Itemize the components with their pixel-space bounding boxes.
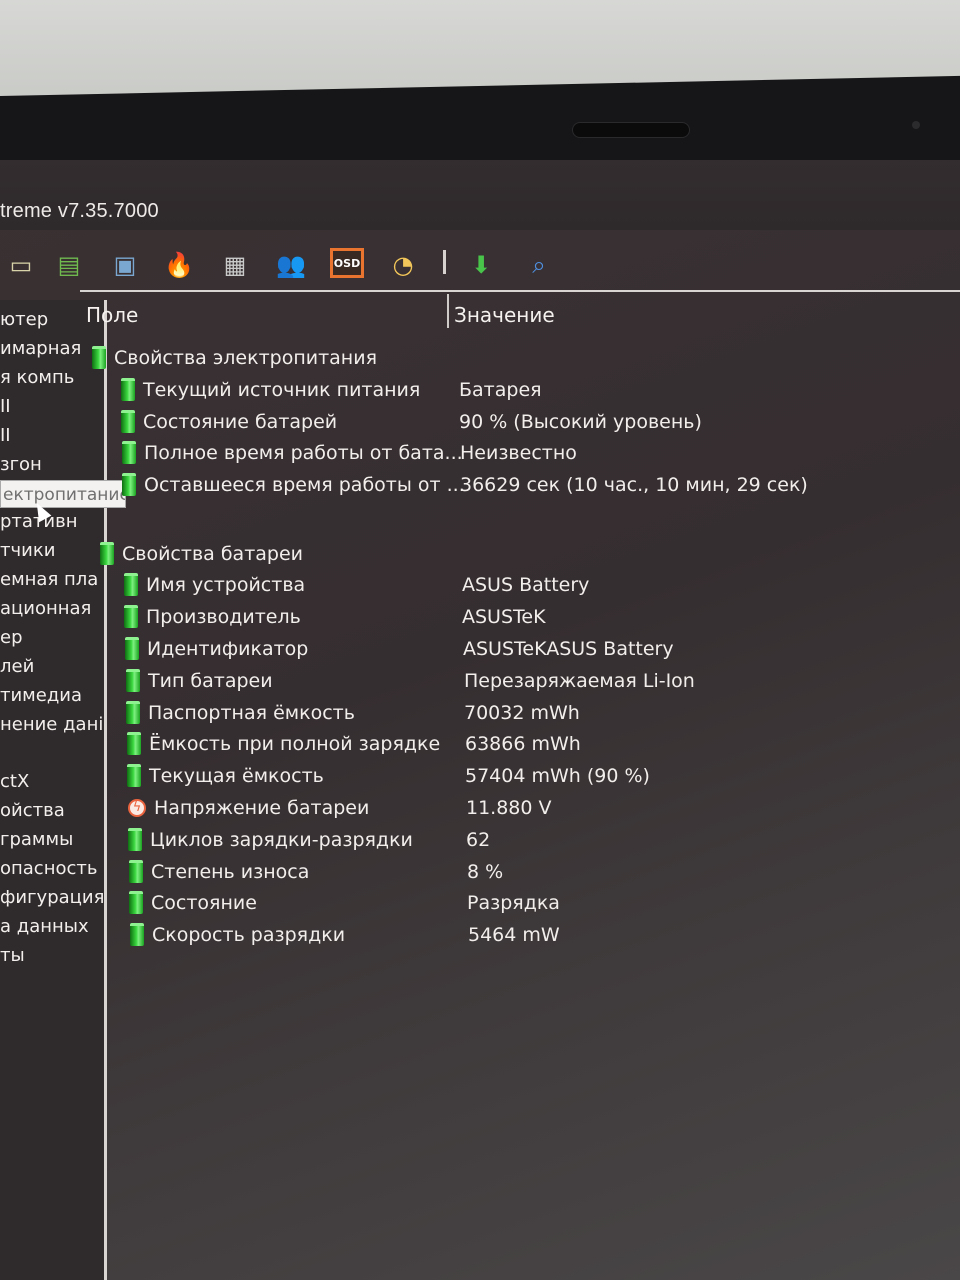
field-value: 11.880 V [466, 797, 552, 819]
group-header[interactable]: Свойства батареи [100, 540, 303, 568]
field-name: Ёмкость при полной зарядке [149, 733, 441, 755]
battery-icon [122, 473, 136, 496]
field-value: Разрядка [467, 892, 560, 914]
battery-icon [121, 378, 135, 401]
field-name: Текущая ёмкость [149, 765, 324, 787]
table-row[interactable]: Ёмкость при полной зарядке [127, 730, 440, 758]
table-row[interactable]: Состояние батарей [121, 408, 337, 436]
battery-icon [127, 732, 141, 755]
camera-notch [572, 122, 690, 138]
field-value: 90 % (Высокий уровень) [459, 411, 702, 433]
field-value: 62 [466, 829, 491, 851]
field-name: Степень износа [151, 861, 310, 883]
screen: treme v7.35.7000 ▭ ▤ ▣ 🔥 ▦ 👥 OSD ◔ ⬇ ⌕ ютер имарна… [0, 160, 960, 1280]
field-name: Текущий источник питания [143, 379, 421, 401]
battery-icon [126, 701, 140, 724]
memory-icon[interactable]: ▤ [50, 246, 88, 284]
battery-icon [125, 637, 139, 660]
battery-icon [124, 605, 138, 628]
battery-icon [121, 410, 135, 433]
field-name: Тип батареи [148, 670, 273, 692]
toolbar-separator [443, 250, 446, 274]
voltage-icon: ϟ [128, 798, 146, 817]
field-value: ASUS Battery [462, 574, 590, 596]
field-name: Скорость разрядки [152, 924, 346, 946]
battery-icon [129, 860, 143, 883]
window-title: treme v7.35.7000 [0, 200, 159, 222]
clock-icon[interactable]: ◔ [384, 246, 422, 284]
battery-icon [122, 441, 136, 464]
motherboard-icon[interactable]: ▭ [2, 246, 40, 284]
battery-icon [100, 542, 114, 565]
table-row[interactable]: Оставшееся время работы от ... [122, 471, 465, 499]
monitor-icon[interactable]: ▣ [106, 246, 144, 284]
field-name: Имя устройства [146, 574, 306, 596]
table-row[interactable]: Полное время работы от бата... [122, 439, 463, 467]
table-row[interactable]: Степень износа [129, 858, 309, 886]
battery-icon [127, 764, 141, 787]
users-icon[interactable]: 👥 [272, 246, 310, 284]
field-name: Идентификатор [147, 638, 309, 660]
group-header[interactable]: Свойства электропитания [92, 344, 377, 372]
table-row[interactable]: ϟ Напряжение батареи [128, 794, 369, 822]
group-title: Свойства батареи [122, 543, 304, 565]
battery-icon [128, 828, 142, 851]
table-row[interactable]: Текущий источник питания [121, 376, 420, 404]
table-row[interactable]: Производитель [124, 603, 301, 631]
report-icon[interactable]: ▦ [216, 246, 254, 284]
table-row[interactable]: Скорость разрядки [130, 921, 345, 949]
column-header-value[interactable]: Значение [454, 300, 555, 330]
field-name: Производитель [146, 606, 301, 628]
battery-icon [126, 669, 140, 692]
field-name: Паспортная ёмкость [148, 702, 355, 724]
table-row[interactable]: Текущая ёмкость [127, 762, 324, 790]
field-value: Перезаряжаемая Li-Ion [464, 670, 695, 692]
field-value: 70032 mWh [464, 702, 580, 724]
battery-icon [92, 346, 106, 369]
table-row[interactable]: Состояние [129, 889, 257, 917]
field-name: Циклов зарядки-разрядки [150, 829, 413, 851]
field-value: ASUSTeKASUS Battery [463, 638, 674, 660]
table-row[interactable]: Паспортная ёмкость [126, 699, 355, 727]
field-value: ASUSTeK [462, 606, 546, 628]
table-row[interactable]: Циклов зарядки-разрядки [128, 826, 413, 854]
column-divider[interactable] [447, 294, 449, 328]
flame-icon[interactable]: 🔥 [160, 246, 198, 284]
field-value: 63866 mWh [465, 733, 581, 755]
table-row[interactable]: Идентификатор [125, 635, 308, 663]
field-value: 57404 mWh (90 %) [465, 765, 650, 787]
field-name: Состояние [151, 892, 257, 914]
table-row[interactable]: Тип батареи [126, 667, 273, 695]
title-bar: treme v7.35.7000 [0, 160, 960, 230]
field-value: Неизвестно [460, 442, 577, 464]
battery-icon [124, 573, 138, 596]
details-table: Поле Значение Свойства электропитания Тек… [80, 290, 960, 1280]
field-value: 36629 сек (10 час., 10 мин, 29 сек) [460, 474, 808, 496]
field-name: Полное время работы от бата... [144, 442, 463, 464]
osd-icon[interactable]: OSD [330, 248, 364, 278]
battery-icon [130, 923, 144, 946]
field-value: 8 % [467, 861, 504, 883]
column-header-field[interactable]: Поле [86, 300, 138, 330]
field-value: Батарея [459, 379, 542, 401]
field-value: 5464 mW [468, 924, 560, 946]
download-arrow-icon[interactable]: ⬇ [462, 246, 500, 284]
table-row[interactable]: Имя устройства [124, 571, 305, 599]
camera-lens [912, 121, 920, 129]
toolbar: ▭ ▤ ▣ 🔥 ▦ 👥 OSD ◔ ⬇ ⌕ [0, 240, 960, 290]
group-title: Свойства электропитания [114, 347, 378, 369]
battery-icon [129, 891, 143, 914]
field-name: Оставшееся время работы от ... [144, 474, 465, 496]
field-name: Состояние батарей [143, 411, 338, 433]
field-name: Напряжение батареи [154, 797, 370, 819]
search-icon[interactable]: ⌕ [520, 246, 558, 284]
